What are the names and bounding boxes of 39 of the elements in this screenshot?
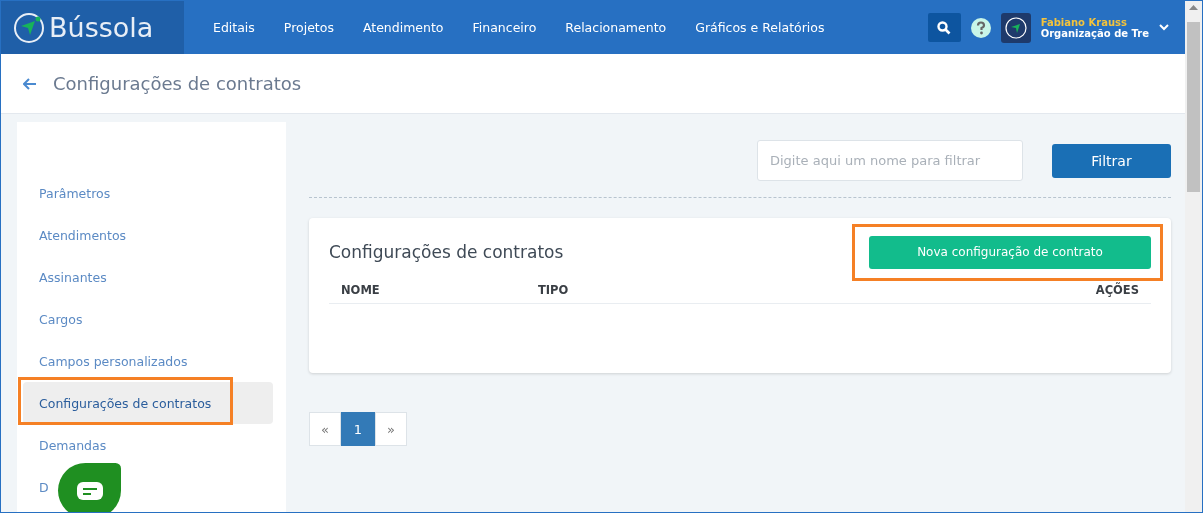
filter-button[interactable]: Filtrar (1052, 143, 1171, 178)
sidebar-item[interactable]: Demandas (23, 424, 273, 466)
search-button[interactable] (927, 13, 961, 42)
sidebar-item[interactable]: Campos personalizados (23, 340, 273, 382)
page-link[interactable]: 1 (341, 412, 375, 446)
compass-logo-icon (13, 11, 45, 44)
back-arrow-icon[interactable] (23, 77, 37, 90)
avatar[interactable] (1000, 12, 1031, 43)
nav-link[interactable]: Relacionamento (565, 20, 667, 35)
chat-button[interactable] (58, 463, 121, 512)
page-title: Configurações de contratos (53, 73, 302, 94)
page-link[interactable]: » (375, 412, 407, 446)
sidebar-item[interactable]: Cargos (23, 298, 273, 340)
nav-link[interactable]: Editais (213, 20, 255, 35)
sidebar-item[interactable]: Assinantes (23, 256, 273, 298)
help-icon[interactable] (970, 17, 991, 38)
sidebar-item[interactable]: Parâmetros (23, 172, 273, 214)
brand-name: Bússola (49, 12, 154, 43)
sidebar-item[interactable]: D (23, 466, 273, 508)
column-header: NOME (341, 282, 381, 297)
chat-icon (76, 481, 103, 500)
chevron-down-icon[interactable] (1159, 24, 1169, 31)
column-header: TIPO (538, 282, 570, 297)
search-icon (937, 20, 952, 35)
organization-name: Organização de Tre (1040, 27, 1149, 39)
compass-icon (1003, 15, 1028, 40)
page-link[interactable]: « (309, 412, 341, 446)
sidebar-item[interactable]: Atendimentos (23, 214, 273, 256)
card-title: Configurações de contratos (329, 242, 564, 262)
scrollbar-thumb[interactable] (1187, 22, 1200, 192)
new-configuration-button[interactable]: Nova configuração de contrato (869, 235, 1151, 269)
user-name: Fabiano Krauss (1040, 16, 1128, 28)
nav-link[interactable]: Atendimento (362, 20, 444, 35)
scroll-up-icon[interactable] (1189, 5, 1198, 10)
filter-field[interactable]: Digite aqui um nome para filtrar (757, 140, 1023, 181)
nav-link[interactable]: Gráficos e Relatórios (695, 20, 825, 35)
nav-link[interactable]: Projetos (283, 20, 334, 35)
column-header: AÇÕES (1095, 282, 1139, 297)
nav-link[interactable]: Financeiro (472, 20, 537, 35)
